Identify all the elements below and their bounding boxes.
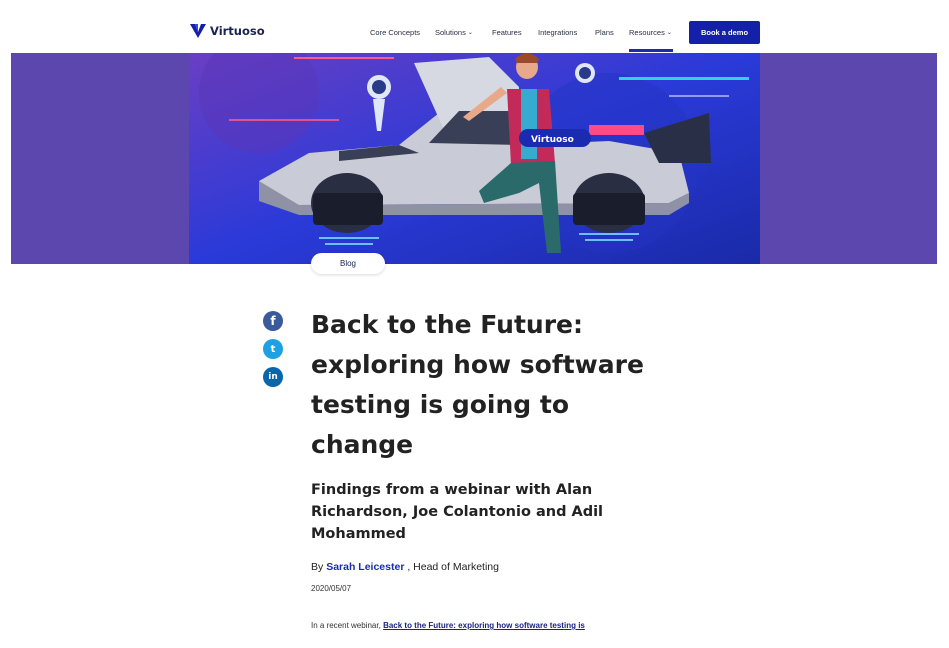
- article-title: Back to the Future: exploring how softwa…: [311, 305, 651, 465]
- nav-label: Integrations: [538, 28, 578, 37]
- hero-illustration: Virtuoso: [189, 53, 760, 264]
- nav-label: Resources: [629, 28, 665, 37]
- byline: By Sarah Leicester , Head of Marketing: [311, 561, 499, 573]
- subtitle-line: Mohammed: [311, 526, 406, 542]
- delorean-illustration: Virtuoso: [189, 53, 760, 264]
- nav-item-resources[interactable]: Resources ⌄: [629, 28, 672, 37]
- linkedin-share-button[interactable]: in: [263, 367, 283, 387]
- nav-label: Features: [492, 28, 522, 37]
- subtitle-line: Richardson, Joe Colantonio and Adil: [311, 504, 604, 520]
- nav-item-core-concepts[interactable]: Core Concepts: [370, 28, 420, 37]
- nav-label: Plans: [595, 28, 614, 37]
- category-pill[interactable]: Blog: [311, 253, 385, 274]
- author-role: , Head of Marketing: [407, 561, 499, 573]
- title-line: Back to the Future:: [311, 310, 583, 339]
- site-header: Virtuoso Core Concepts Solutions ⌄ Featu…: [0, 0, 949, 53]
- nav-item-integrations[interactable]: Integrations: [538, 28, 577, 37]
- title-line: testing is going to: [311, 390, 570, 419]
- hero-badge-text: Virtuoso: [531, 135, 574, 145]
- book-demo-button[interactable]: Book a demo: [689, 21, 760, 44]
- nav-label: Core Concepts: [370, 28, 421, 37]
- nav-label: Solutions: [435, 28, 466, 37]
- byline-prefix: By: [311, 561, 324, 573]
- title-line: change: [311, 430, 414, 459]
- twitter-icon: t: [270, 343, 276, 355]
- title-line: exploring how software: [311, 350, 644, 379]
- facebook-share-button[interactable]: f: [263, 311, 283, 331]
- subtitle-line: Findings from a webinar with Alan: [311, 482, 593, 498]
- intro-prefix: In a recent webinar,: [311, 621, 381, 630]
- article-subtitle: Findings from a webinar with Alan Richar…: [311, 479, 611, 545]
- webinar-link[interactable]: Back to the Future: exploring how softwa…: [383, 621, 585, 630]
- nav-item-plans[interactable]: Plans: [595, 28, 614, 37]
- facebook-icon: f: [270, 314, 276, 328]
- nav-item-features[interactable]: Features: [492, 28, 522, 37]
- chevron-down-icon: ⌄: [467, 30, 473, 36]
- article-intro: In a recent webinar, Back to the Future:…: [311, 621, 585, 630]
- twitter-share-button[interactable]: t: [263, 339, 283, 359]
- chevron-down-icon: ⌄: [666, 30, 672, 36]
- main-nav: Core Concepts Solutions ⌄ Features Integ…: [0, 28, 949, 40]
- nav-item-solutions[interactable]: Solutions ⌄: [435, 28, 473, 37]
- nav-active-indicator: [629, 49, 673, 52]
- publish-date: 2020/05/07: [311, 584, 352, 593]
- author-link[interactable]: Sarah Leicester: [326, 561, 404, 573]
- linkedin-icon: in: [268, 372, 278, 382]
